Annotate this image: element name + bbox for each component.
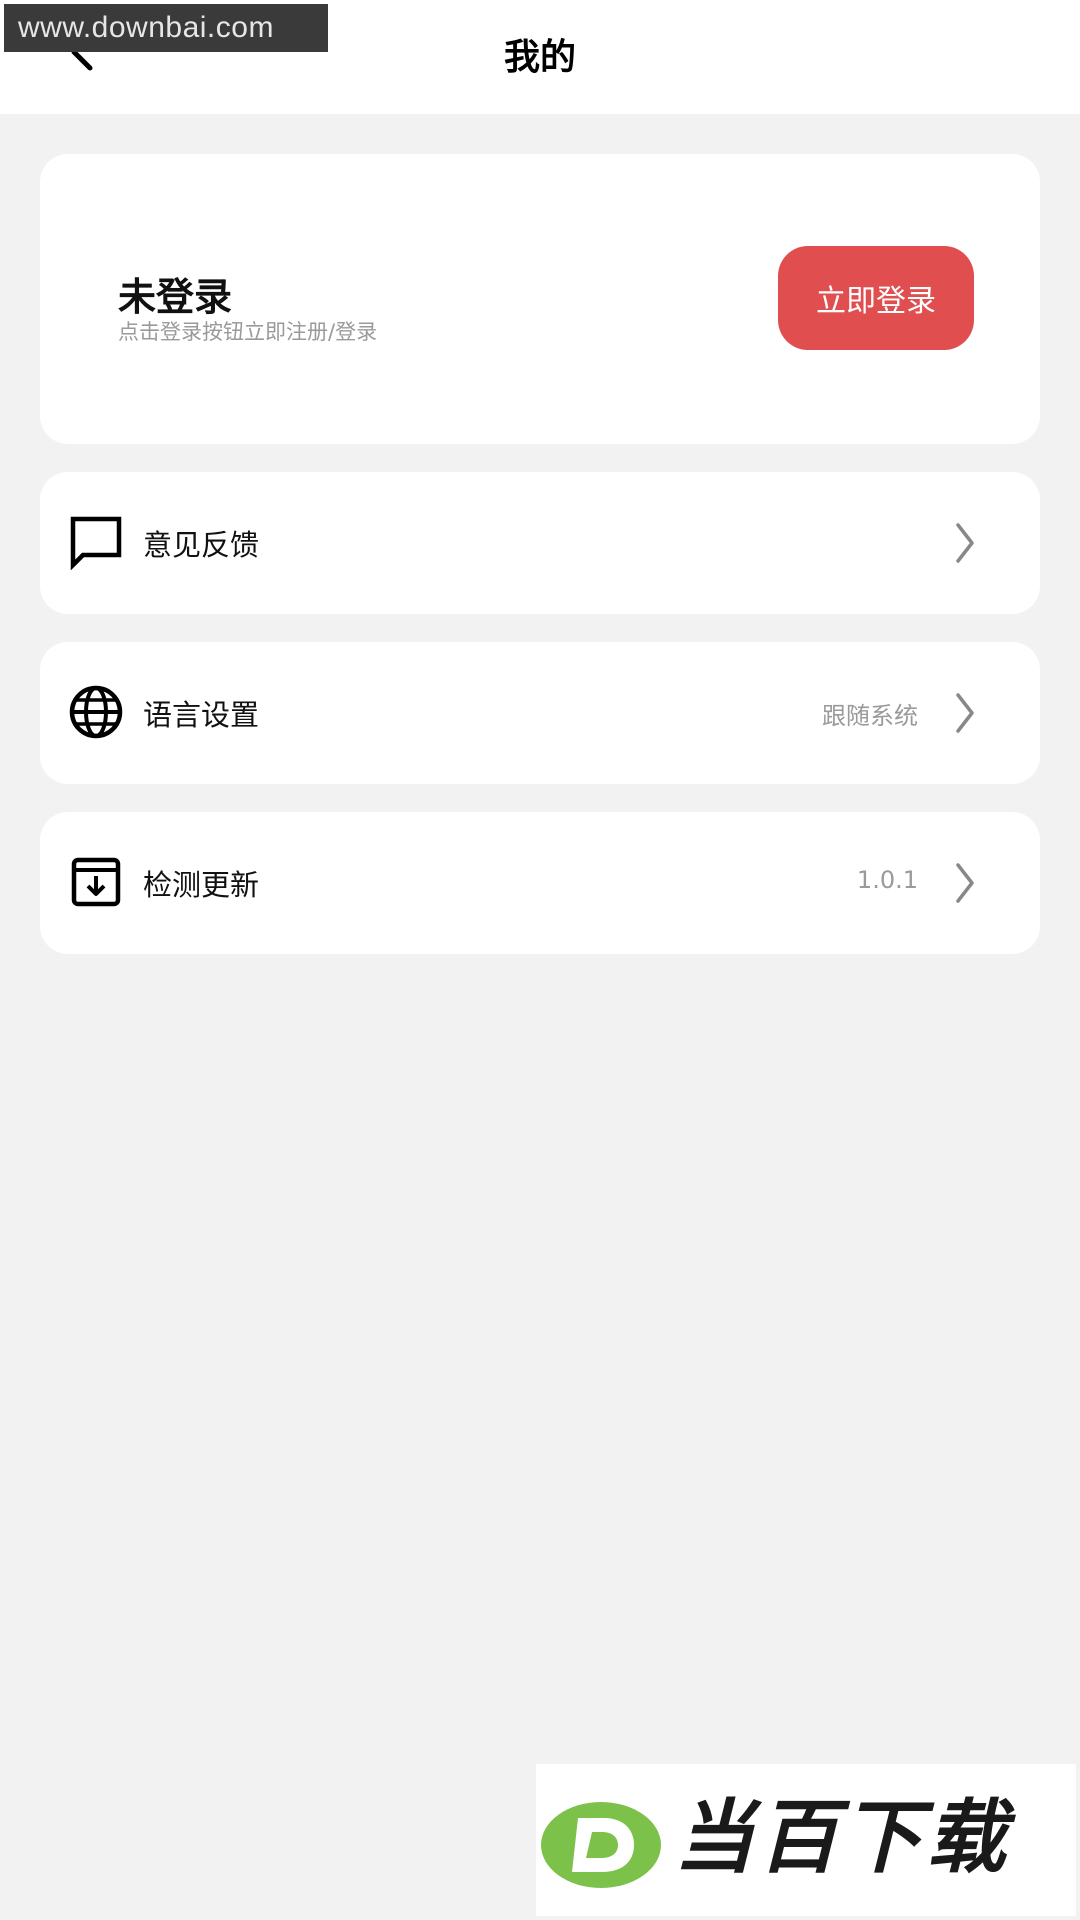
menu-item-language[interactable]: 语言设置 跟随系统 bbox=[40, 642, 1040, 784]
message-square-icon bbox=[70, 516, 122, 570]
download-box-icon bbox=[71, 857, 121, 907]
login-status-subtitle: 点击登录按钮立即注册/登录 bbox=[118, 320, 378, 344]
chevron-right-icon bbox=[956, 693, 974, 733]
profile-card: 未登录 点击登录按钮立即注册/登录 立即登录 bbox=[40, 154, 1040, 444]
chevron-right-icon bbox=[956, 523, 974, 563]
login-button[interactable]: 立即登录 bbox=[778, 246, 974, 350]
menu-item-feedback[interactable]: 意见反馈 bbox=[40, 472, 1040, 614]
menu-item-value: 跟随系统 bbox=[822, 702, 918, 730]
menu-item-label: 意见反馈 bbox=[143, 528, 260, 562]
watermark-bottom: 当百下载 bbox=[536, 1764, 1076, 1916]
watermark-top: www.downbai.com bbox=[4, 4, 328, 52]
watermark-brand-text: 当百下载 bbox=[674, 1791, 1010, 1884]
menu-item-check-update[interactable]: 检测更新 1.0.1 bbox=[40, 812, 1040, 954]
globe-icon bbox=[69, 685, 123, 739]
downbai-logo-icon bbox=[541, 1802, 661, 1888]
menu-item-value: 1.0.1 bbox=[856, 866, 918, 894]
menu-item-label: 检测更新 bbox=[143, 868, 260, 902]
chevron-right-icon bbox=[956, 863, 974, 903]
login-status-title: 未登录 bbox=[118, 275, 233, 319]
menu-item-label: 语言设置 bbox=[143, 698, 260, 732]
